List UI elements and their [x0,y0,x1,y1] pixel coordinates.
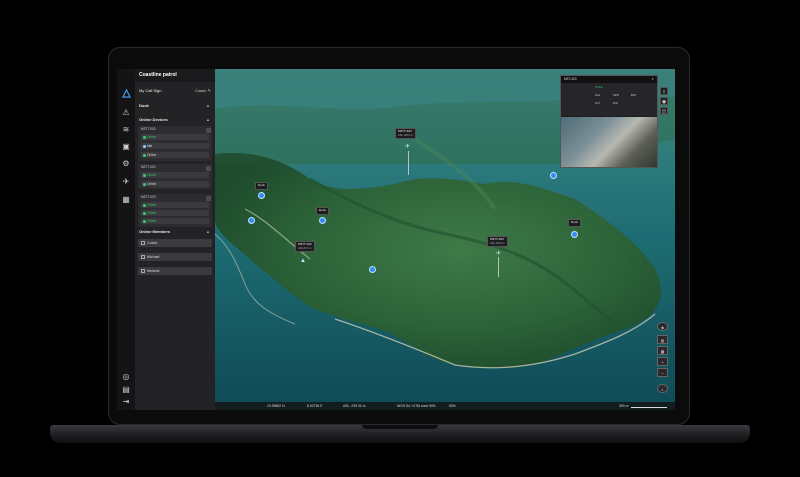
latitude: 19.99802 N [267,404,285,408]
device-name: M3TT-003 [141,127,156,131]
device-name: M3TT-003 [141,195,156,199]
device-expand-icon[interactable] [206,196,211,201]
datum: WGS 84 / UTM zone 50N [397,404,436,408]
scale-label: 300 m [619,404,629,408]
logo-icon [121,88,131,99]
dock-marker[interactable] [571,231,578,238]
call-sign-label: My Call Sign [139,88,162,93]
search-icon[interactable]: ⌕ [660,87,668,95]
compass-icon[interactable]: ◈ [657,322,668,331]
layers-toggle-icon[interactable]: ▤ [657,335,668,344]
dock-label[interactable]: Dock [255,182,268,190]
app-screen: ⚠ ≋ ▣ ⚙ ✈ ▦ ◎ ▤ ⇥ Coastline patrol My Ca… [117,69,675,410]
device-expand-icon[interactable] [206,166,211,171]
media-icon[interactable]: ▣ [121,142,131,152]
close-icon[interactable]: ✕ [651,76,654,83]
device-status-row: Online [141,172,209,178]
device-expand-icon[interactable] [206,128,211,133]
chevron-up-icon[interactable]: ▲ [206,229,210,234]
map-settings-icon[interactable]: ▤ [121,385,131,395]
dock-marker[interactable] [369,266,376,273]
drone-icon[interactable]: ▲ [300,258,306,264]
device-status-row: Online [141,181,209,187]
measure-icon[interactable]: ◫ [660,107,668,115]
dock-section-label[interactable]: Dock [139,103,149,108]
project-title: Coastline patrol [135,69,215,82]
globe-icon[interactable]: ◎ [121,372,131,382]
longitude: 8.92735 E [307,404,323,408]
map-view[interactable]: M3TT-303 ASL 100.0 m ✈ Dock Dock M3TT-302… [215,69,675,410]
popup-stats: Online ASL SPD BAT ALT DIS FPV [561,83,657,122]
laptop-notch [362,425,438,429]
member-item[interactable]: Coach [138,239,212,247]
drone-label[interactable]: M3TT-302 ASL 83.6 m [295,241,315,253]
scale-bar [631,406,667,408]
chevron-up-icon[interactable]: ▲ [206,117,210,122]
icon-rail: ⚠ ≋ ▣ ⚙ ✈ ▦ ◎ ▤ ⇥ [117,69,136,410]
calendar-icon[interactable]: ▦ [121,195,131,205]
online-devices-label[interactable]: Online Devices [139,117,168,122]
device-card[interactable]: M3TT-003 Online Idle Online [138,126,212,161]
device-status-row: Online [141,152,209,158]
dock-label[interactable]: Dock [316,207,329,215]
member-item[interactable]: Melanie [138,267,212,275]
zoom-out-button[interactable]: − [657,368,668,377]
member-item[interactable]: Michael [138,253,212,261]
gear-icon[interactable]: ⚙ [121,159,131,169]
percent: 60% [449,404,456,408]
map-mode-icon[interactable]: ▦ [657,346,668,355]
device-status-row: Online [141,210,209,216]
logout-icon[interactable]: ⇥ [121,397,131,407]
chevron-up-icon[interactable]: ▲ [206,103,210,108]
drone-detail-popup[interactable]: M3T-303 ✕ Online ASL SPD BAT ALT DIS FPV [560,75,658,168]
call-sign-value: Coach ✎ [194,88,211,93]
popup-header: M3T-303 ✕ [561,76,657,83]
layers-icon[interactable]: ≋ [121,125,131,135]
asl: ASL: 239.31 m [343,404,366,408]
dock-marker[interactable] [248,217,255,224]
camera-feed[interactable] [561,117,657,167]
zoom-in-button[interactable]: + [657,357,668,366]
drone-label[interactable]: M3TT-303 ASL 103.0 m [487,236,508,248]
device-status-row: Online [141,202,209,208]
device-name: M3TT-002 [141,165,156,169]
drone-label[interactable]: M3TT-303 ASL 100.0 m [395,128,416,140]
popup-title: M3T-303 [564,77,577,81]
online-members-label[interactable]: Online Members [139,229,170,234]
device-card[interactable]: M3TT-002 Online Online [138,164,212,189]
altitude-line [498,257,499,277]
device-status-row: Online [141,134,209,140]
pin-tool-icon[interactable]: ◉ [660,97,668,105]
dock-marker[interactable] [258,192,265,199]
map-status-bar: 19.99802 N 8.92735 E ASL: 239.31 m WGS 8… [215,402,675,410]
altitude-line [408,151,409,175]
basemap-icon[interactable]: ◐ [657,384,668,393]
dock-label[interactable]: Dock [568,219,581,227]
dock-marker[interactable] [550,172,557,179]
call-sign-row[interactable]: My Call Sign Coach ✎ [135,85,215,97]
side-panel: Coastline patrol My Call Sign Coach ✎ Do… [135,69,215,410]
flight-route-icon[interactable]: ✈ [121,177,131,187]
device-status-row: Idle [141,143,209,149]
drone-icon[interactable]: ✈ [405,144,410,150]
warning-icon[interactable]: ⚠ [121,108,131,118]
device-status-row: Online [141,218,209,224]
dock-marker[interactable] [319,217,326,224]
device-card[interactable]: M3TT-003 Online Online Online [138,194,212,227]
